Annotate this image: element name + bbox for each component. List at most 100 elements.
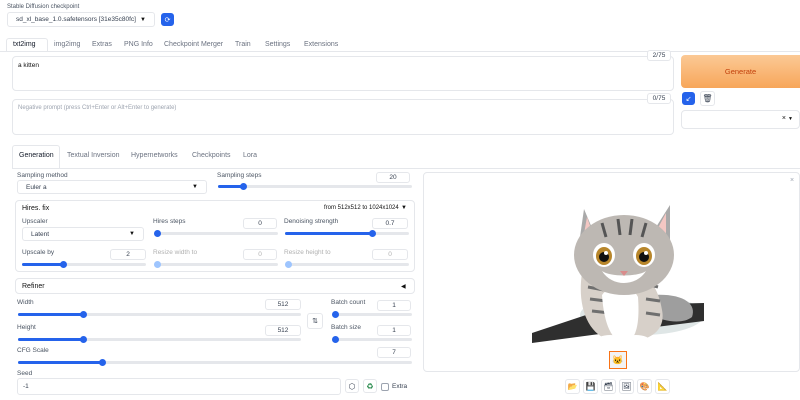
- negative-prompt-token-counter: 0/75: [647, 93, 671, 104]
- save-button[interactable]: 💾: [583, 379, 598, 394]
- slider-thumb[interactable]: [99, 359, 106, 366]
- clear-styles-icon[interactable]: ×: [782, 115, 786, 122]
- tab-checkpoints[interactable]: Checkpoints: [192, 152, 231, 159]
- tab-txt2img[interactable]: txt2img: [13, 41, 36, 48]
- hires-from-to: from 512x512 to 1024x1024: [324, 205, 399, 211]
- resize-height-slider[interactable]: [285, 261, 409, 268]
- resize-width-slider[interactable]: [154, 261, 278, 268]
- extra-label: Extra: [392, 383, 408, 390]
- archive-icon: 🗃: [603, 382, 614, 391]
- save-icon: 💾: [585, 382, 596, 391]
- slider-thumb[interactable]: [154, 261, 161, 268]
- refresh-icon: ⟳: [164, 16, 171, 24]
- send-to-extras-button[interactable]: 🎨: [637, 379, 652, 394]
- sampling-steps-slider[interactable]: [218, 183, 412, 190]
- resize-height-label: Resize height to: [284, 249, 331, 256]
- tab-checkpoint-merger[interactable]: Checkpoint Merger: [164, 41, 223, 48]
- slider-thumb[interactable]: [332, 336, 339, 343]
- trash-icon: 🗑: [702, 94, 713, 103]
- seed-input[interactable]: -1: [17, 378, 341, 395]
- seed-value: -1: [23, 383, 29, 390]
- chevron-down-icon: ▼: [140, 17, 146, 23]
- checkpoint-select[interactable]: sd_xl_base_1.0.safetensors [31e35c80fc] …: [7, 12, 155, 27]
- palette-icon: 🎨: [639, 382, 650, 391]
- upscaler-value: Latent: [31, 231, 50, 238]
- slider-thumb[interactable]: [332, 311, 339, 318]
- checkpoint-value: sd_xl_base_1.0.safetensors [31e35c80fc]: [16, 16, 136, 23]
- hires-fix-title[interactable]: Hires. fix: [22, 205, 49, 212]
- clear-prompt-button[interactable]: 🗑: [700, 91, 715, 106]
- checkpoint-label: Stable Diffusion checkpoint: [7, 4, 80, 10]
- resize-width-label: Resize width to: [153, 249, 198, 256]
- close-gallery-icon[interactable]: ×: [790, 177, 794, 184]
- sub-tabs-divider: [12, 168, 800, 169]
- batch-count-label: Batch count: [331, 299, 366, 306]
- open-folder-button[interactable]: 📂: [565, 379, 580, 394]
- tab-img2img[interactable]: img2img: [54, 41, 80, 48]
- generate-button[interactable]: Generate: [681, 55, 800, 88]
- tab-extensions[interactable]: Extensions: [304, 41, 338, 48]
- sampling-steps-input[interactable]: 20: [376, 172, 410, 183]
- sampling-method-select[interactable]: Euler a ▼: [17, 180, 207, 194]
- random-seed-button[interactable]: ⬡: [345, 379, 359, 393]
- width-label: Width: [17, 299, 34, 306]
- batch-count-input[interactable]: 1: [377, 300, 411, 311]
- arrow-icon: ↙: [685, 95, 692, 103]
- refresh-checkpoint-button[interactable]: ⟳: [161, 13, 174, 26]
- slider-thumb[interactable]: [154, 230, 161, 237]
- styles-select[interactable]: × ▼: [681, 110, 800, 129]
- denoising-strength-input[interactable]: 0.7: [372, 218, 408, 229]
- slider-thumb[interactable]: [240, 183, 248, 190]
- sampling-method-value: Euler a: [26, 184, 47, 191]
- read-params-button[interactable]: ↙: [682, 92, 695, 105]
- cfg-scale-input[interactable]: 7: [377, 347, 411, 358]
- upscaler-label: Upscaler: [22, 218, 48, 225]
- batch-size-input[interactable]: 1: [377, 325, 411, 336]
- tab-textual-inversion[interactable]: Textual Inversion: [67, 152, 120, 159]
- denoising-strength-slider[interactable]: [285, 230, 409, 237]
- cfg-scale-slider[interactable]: [18, 359, 412, 366]
- tab-png-info[interactable]: PNG Info: [124, 41, 153, 48]
- slider-thumb[interactable]: [60, 261, 67, 268]
- image-thumbnail[interactable]: 🐱: [609, 351, 627, 369]
- tab-settings[interactable]: Settings: [265, 41, 290, 48]
- reuse-seed-button[interactable]: ♻: [363, 379, 377, 393]
- generated-image[interactable]: [532, 175, 704, 347]
- slider-thumb[interactable]: [80, 311, 87, 318]
- resize-width-input[interactable]: 0: [243, 249, 277, 260]
- width-input[interactable]: 512: [265, 299, 301, 310]
- tab-lora[interactable]: Lora: [243, 152, 257, 159]
- refiner-panel[interactable]: [15, 278, 415, 294]
- upscaler-select[interactable]: Latent ▼: [22, 227, 144, 241]
- resize-height-input[interactable]: 0: [372, 249, 408, 260]
- folder-icon: 📂: [567, 382, 578, 391]
- height-input[interactable]: 512: [265, 325, 301, 336]
- slider-thumb[interactable]: [285, 261, 292, 268]
- tab-hypernetworks[interactable]: Hypernetworks: [131, 152, 178, 159]
- upscale-by-input[interactable]: 2: [110, 249, 146, 260]
- tab-train[interactable]: Train: [235, 41, 251, 48]
- collapse-icon[interactable]: ▼: [401, 205, 407, 211]
- hires-steps-input[interactable]: 0: [243, 218, 277, 229]
- extra-checkbox[interactable]: [381, 383, 389, 391]
- height-slider[interactable]: [18, 336, 301, 343]
- send-to-img2img-button[interactable]: 🖼: [619, 379, 634, 394]
- negative-prompt-input[interactable]: Negative prompt (press Ctrl+Enter or Alt…: [12, 99, 674, 135]
- prompt-input[interactable]: a kitten: [12, 56, 674, 91]
- send-to-extras-ruler-button[interactable]: 📐: [655, 379, 670, 394]
- upscale-by-slider[interactable]: [22, 261, 146, 268]
- chevron-down-icon: ▼: [192, 184, 198, 190]
- zip-button[interactable]: 🗃: [601, 379, 616, 394]
- slider-thumb[interactable]: [80, 336, 87, 343]
- tab-generation[interactable]: Generation: [19, 152, 54, 159]
- width-slider[interactable]: [18, 311, 301, 318]
- swap-dimensions-button[interactable]: ⇅: [307, 313, 323, 329]
- expand-icon[interactable]: ◀: [401, 283, 406, 290]
- slider-thumb[interactable]: [369, 230, 376, 237]
- tab-extras[interactable]: Extras: [92, 41, 112, 48]
- hires-steps-slider[interactable]: [154, 230, 278, 237]
- prompt-text: a kitten: [18, 62, 39, 69]
- batch-size-slider[interactable]: [332, 336, 412, 343]
- batch-count-slider[interactable]: [332, 311, 412, 318]
- height-label: Height: [17, 324, 36, 331]
